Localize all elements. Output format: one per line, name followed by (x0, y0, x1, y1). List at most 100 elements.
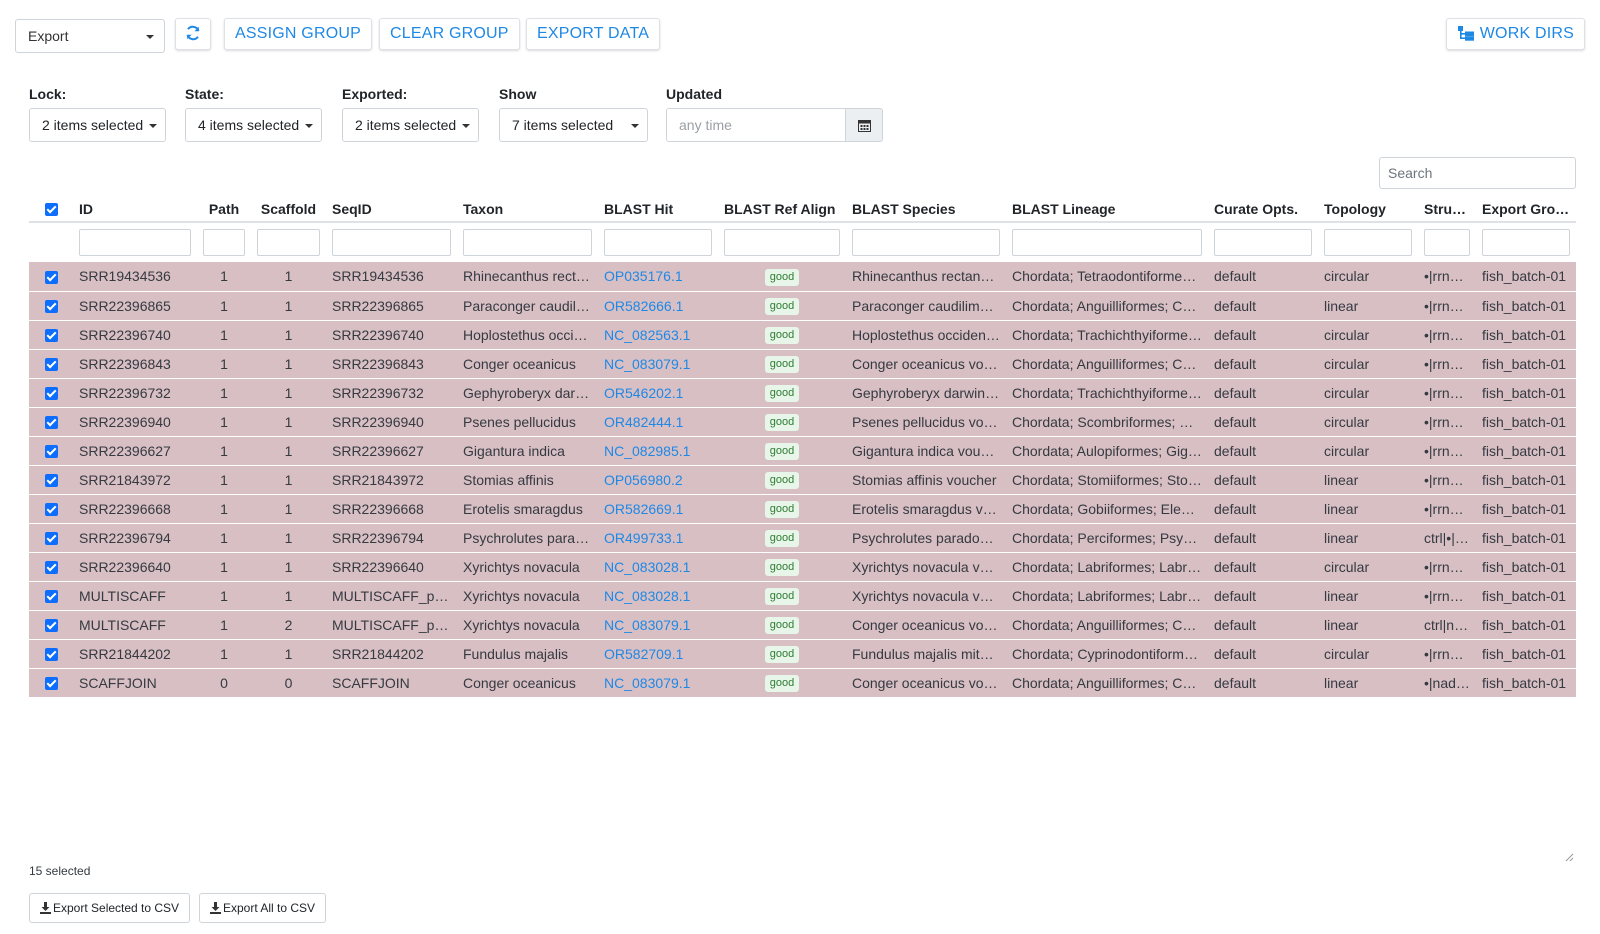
column-header[interactable]: BLAST Ref Align (718, 196, 846, 223)
calendar-button[interactable] (846, 108, 883, 142)
table-cell: Paraconger caudilimbatus voucher (846, 291, 1006, 321)
table-cell: Stomias affinis voucher (846, 465, 1006, 495)
column-filter-input[interactable] (257, 229, 320, 256)
table-cell: fish_batch-01 (1476, 668, 1576, 698)
column-filter-input[interactable] (332, 229, 451, 256)
row-checkbox[interactable] (44, 387, 58, 401)
row-checkbox[interactable] (44, 561, 58, 575)
search-input[interactable] (1379, 157, 1576, 189)
row-checkbox[interactable] (44, 503, 58, 517)
table-row[interactable]: SRR22396940 1 1 SRR22396940 Psenes pellucidu… (29, 407, 1576, 437)
column-filter-input[interactable] (463, 229, 592, 256)
column-header[interactable]: BLAST Lineage (1006, 196, 1208, 223)
lock-filter-label: Lock: (29, 86, 67, 102)
column-header[interactable]: ID (73, 196, 197, 223)
resize-grip-icon[interactable] (1564, 852, 1574, 862)
row-checkbox[interactable] (44, 648, 58, 662)
column-filter-input[interactable] (852, 229, 1000, 256)
blast-hit-link[interactable]: NC_083028.1 (604, 559, 690, 575)
show-columns-dropdown[interactable]: 7 items selected (499, 108, 648, 142)
row-checkbox[interactable] (44, 677, 58, 691)
row-checkbox[interactable] (44, 532, 58, 546)
blast-hit-link[interactable]: OR499733.1 (604, 530, 683, 546)
table-row[interactable]: SRR22396794 1 1 SRR22396794 Psychrolutes par… (29, 523, 1576, 553)
table-row[interactable]: SCAFFJOIN 0 0 SCAFFJOIN Conger oceanicus NC_0… (29, 668, 1576, 698)
select-all-checkbox[interactable] (44, 203, 58, 217)
assign-group-button[interactable]: ASSIGN GROUP (224, 18, 372, 50)
table-cell: Stomias affinis (457, 465, 598, 495)
column-header[interactable]: Taxon (457, 196, 598, 223)
column-filter-input[interactable] (1424, 229, 1470, 256)
table-row[interactable]: SRR22396732 1 1 SRR22396732 Gephyroberyx dar… (29, 378, 1576, 408)
blast-hit-link[interactable]: NC_083079.1 (604, 675, 690, 691)
column-header[interactable]: SeqID (326, 196, 457, 223)
table-row[interactable]: SRR22396740 1 1 SRR22396740 Hoplostethus occ… (29, 320, 1576, 350)
blast-hit-link[interactable]: OR582709.1 (604, 646, 683, 662)
export-selected-csv-button[interactable]: Export Selected to CSV (29, 893, 191, 923)
column-header[interactable]: Structure (1418, 196, 1476, 223)
column-header[interactable]: Export Group (1476, 196, 1576, 223)
lock-filter-dropdown[interactable]: 2 items selected (29, 108, 166, 142)
blast-hit-link[interactable]: OR546202.1 (604, 385, 683, 401)
selected-count: 15 selected (29, 864, 91, 878)
updated-between-input[interactable]: any time (666, 108, 846, 142)
blast-hit-link[interactable]: NC_083028.1 (604, 588, 690, 604)
column-filter-input[interactable] (604, 229, 712, 256)
state-filter-dropdown[interactable]: 4 items selected (185, 108, 322, 142)
filter-cell (1476, 222, 1576, 262)
table-row[interactable]: SRR22396668 1 1 SRR22396668 Erotelis smaragd… (29, 494, 1576, 524)
table-row[interactable]: SRR22396627 1 1 SRR22396627 Gigantura indica… (29, 436, 1576, 466)
blast-hit-link[interactable]: OR482444.1 (604, 414, 683, 430)
column-header[interactable]: BLAST Hit (598, 196, 718, 223)
blast-hit-link[interactable]: NC_083079.1 (604, 356, 690, 372)
exported-filter-value: 2 items selected (355, 117, 457, 133)
row-checkbox[interactable] (44, 474, 58, 488)
table-cell: Chordata; Trachichthyiformes; Trachichth… (1006, 320, 1208, 350)
column-filter-input[interactable] (203, 229, 245, 256)
table-row[interactable]: SRR22396843 1 1 SRR22396843 Conger oceanicus… (29, 349, 1576, 379)
table-row[interactable]: SRR19434536 1 1 SRR19434536 Rhinecanthus rec… (29, 262, 1576, 292)
table-row[interactable]: SRR22396640 1 1 SRR22396640 Xyrichtys novacu… (29, 552, 1576, 582)
column-filter-input[interactable] (1324, 229, 1412, 256)
work-dirs-button[interactable]: WORK DIRS (1446, 18, 1585, 50)
table-cell: good (718, 581, 846, 611)
blast-hit-link[interactable]: NC_083079.1 (604, 617, 690, 633)
export-select[interactable]: Export (15, 19, 165, 53)
clear-group-button[interactable]: CLEAR GROUP (379, 18, 520, 50)
blast-hit-link[interactable]: NC_082563.1 (604, 327, 690, 343)
table-row[interactable]: SRR22396865 1 1 SRR22396865 Paraconger caudi… (29, 291, 1576, 321)
column-header[interactable]: Path (197, 196, 251, 223)
row-checkbox[interactable] (44, 619, 58, 633)
column-filter-input[interactable] (1012, 229, 1202, 256)
table-cell: SCAFFJOIN (73, 668, 197, 698)
column-header[interactable]: Curate Opts. (1208, 196, 1318, 223)
column-header[interactable]: Topology (1318, 196, 1418, 223)
column-header[interactable]: BLAST Species (846, 196, 1006, 223)
row-checkbox[interactable] (44, 445, 58, 459)
row-checkbox[interactable] (44, 416, 58, 430)
row-checkbox[interactable] (44, 300, 58, 314)
row-checkbox[interactable] (44, 590, 58, 604)
column-header[interactable]: Scaffold (251, 196, 326, 223)
blast-hit-link[interactable]: OR582666.1 (604, 298, 683, 314)
blast-hit-link[interactable]: OP035176.1 (604, 268, 683, 284)
row-checkbox[interactable] (44, 358, 58, 372)
column-filter-input[interactable] (79, 229, 191, 256)
table-cell: SRR22396740 (326, 320, 457, 350)
table-row[interactable]: SRR21844202 1 1 SRR21844202 Fundulus majalis… (29, 639, 1576, 669)
table-row[interactable]: SRR21843972 1 1 SRR21843972 Stomias affinis O… (29, 465, 1576, 495)
column-filter-input[interactable] (724, 229, 840, 256)
refresh-button[interactable] (175, 18, 211, 50)
table-row[interactable]: MULTISCAFF 1 2 MULTISCAFF_path1 Xyrichtys no… (29, 610, 1576, 640)
row-checkbox[interactable] (44, 329, 58, 343)
column-filter-input[interactable] (1482, 229, 1570, 256)
blast-hit-link[interactable]: OR582669.1 (604, 501, 683, 517)
column-filter-input[interactable] (1214, 229, 1312, 256)
exported-filter-dropdown[interactable]: 2 items selected (342, 108, 479, 142)
blast-hit-link[interactable]: NC_082985.1 (604, 443, 690, 459)
row-checkbox[interactable] (44, 271, 58, 285)
table-row[interactable]: MULTISCAFF 1 1 MULTISCAFF_path1 Xyrichtys no… (29, 581, 1576, 611)
export-all-csv-button[interactable]: Export All to CSV (199, 893, 327, 923)
export-data-button[interactable]: EXPORT DATA (526, 18, 661, 50)
blast-hit-link[interactable]: OP056980.2 (604, 472, 683, 488)
